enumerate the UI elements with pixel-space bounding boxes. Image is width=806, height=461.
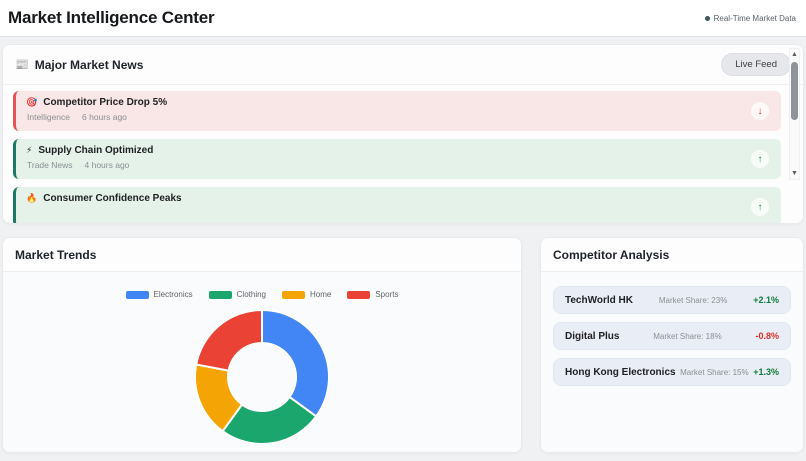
competitor-share: Market Share: 23% bbox=[658, 295, 728, 305]
legend-item[interactable]: Home bbox=[282, 290, 331, 299]
down-arrow-icon: ↓ bbox=[751, 102, 769, 120]
page-title: Market Intelligence Center bbox=[8, 8, 215, 27]
live-feed-button[interactable]: Live Feed bbox=[721, 53, 791, 76]
scrollbar-thumb[interactable] bbox=[791, 62, 798, 120]
news-item-icon: ⚡ bbox=[26, 145, 33, 155]
major-market-news-card: 📰 Major Market News Live Feed 🎯 Competit… bbox=[2, 44, 804, 224]
trends-card-title: Market Trends bbox=[15, 247, 97, 262]
legend-item[interactable]: Clothing bbox=[208, 290, 266, 299]
up-arrow-icon: ↑ bbox=[751, 150, 769, 168]
newspaper-icon: 📰 bbox=[15, 59, 29, 71]
chart-legend: Electronics Clothing Home Sports bbox=[3, 272, 521, 299]
legend-label: Home bbox=[310, 290, 332, 299]
competitors-card-header: Competitor Analysis bbox=[541, 238, 803, 272]
competitor-change: +2.1% bbox=[753, 295, 779, 305]
news-list-item[interactable]: 🔥 Consumer Confidence Peaks ↑ bbox=[13, 187, 781, 223]
up-arrow-icon: ↑ bbox=[751, 198, 769, 216]
competitor-share: Market Share: 18% bbox=[653, 331, 722, 341]
legend-label: Sports bbox=[375, 290, 399, 299]
trends-card-body: Electronics Clothing Home Sports bbox=[3, 272, 521, 453]
status-dot-icon bbox=[704, 15, 710, 21]
news-item-title-row: 🔥 Consumer Confidence Peaks bbox=[26, 193, 771, 204]
competitor-rows: TechWorld HK Market Share: 23% +2.1% Dig… bbox=[541, 272, 803, 386]
news-list-item[interactable]: ⚡ Supply Chain Optimized Trade News 4 ho… bbox=[13, 139, 781, 179]
donut-chart[interactable] bbox=[186, 301, 338, 453]
news-title-text: Major Market News bbox=[34, 57, 144, 72]
news-item-meta: Trade News 4 hours ago bbox=[27, 160, 771, 170]
legend-item[interactable]: Sports bbox=[347, 290, 398, 299]
news-item-time: 4 hours ago bbox=[84, 160, 130, 170]
news-item-title: Supply Chain Optimized bbox=[38, 145, 154, 156]
legend-color-swatch bbox=[282, 290, 305, 299]
competitor-name: Digital Plus bbox=[565, 330, 620, 342]
legend-label: Clothing bbox=[236, 290, 266, 299]
news-item-title: Competitor Price Drop 5% bbox=[43, 97, 168, 108]
legend-color-swatch bbox=[208, 290, 232, 299]
legend-label: Electronics bbox=[153, 290, 193, 299]
competitor-name: Hong Kong Electronics bbox=[565, 366, 676, 378]
legend-color-swatch bbox=[347, 290, 371, 299]
competitor-row[interactable]: Digital Plus Market Share: 18% -0.8% bbox=[553, 322, 791, 350]
competitor-change: +1.3% bbox=[753, 367, 779, 377]
competitors-card-body: TechWorld HK Market Share: 23% +2.1% Dig… bbox=[541, 272, 803, 452]
trends-card-header: Market Trends bbox=[3, 238, 521, 272]
news-item-category: Intelligence bbox=[27, 112, 71, 122]
news-item-meta: Intelligence 6 hours ago bbox=[27, 112, 771, 122]
competitor-analysis-card: Competitor Analysis TechWorld HK Market … bbox=[540, 237, 804, 453]
legend-color-swatch bbox=[125, 290, 149, 299]
news-item-icon: 🎯 bbox=[26, 97, 38, 107]
realtime-status: Real-Time Market Data bbox=[704, 13, 796, 23]
news-item-title-row: 🎯 Competitor Price Drop 5% bbox=[26, 97, 771, 108]
competitor-row[interactable]: Hong Kong Electronics Market Share: 15% … bbox=[553, 358, 791, 386]
market-trends-card: Market Trends Electronics Clothing Home … bbox=[2, 237, 522, 453]
news-card-title: 📰 Major Market News bbox=[15, 58, 143, 72]
news-item-category: Trade News bbox=[27, 160, 73, 170]
competitor-change: -0.8% bbox=[755, 331, 779, 341]
news-list-item[interactable]: 🎯 Competitor Price Drop 5% Intelligence … bbox=[13, 91, 781, 131]
legend-item[interactable]: Electronics bbox=[125, 290, 193, 299]
news-item-time: 6 hours ago bbox=[82, 112, 127, 122]
competitors-card-title: Competitor Analysis bbox=[553, 247, 670, 262]
competitor-name: TechWorld HK bbox=[565, 294, 633, 306]
status-label: Real-Time Market Data bbox=[713, 13, 796, 23]
news-item-icon: 🔥 bbox=[26, 193, 38, 203]
news-item-title: Consumer Confidence Peaks bbox=[43, 193, 182, 204]
competitor-row[interactable]: TechWorld HK Market Share: 23% +2.1% bbox=[553, 286, 791, 314]
scroll-up-icon[interactable]: ▲ bbox=[790, 49, 799, 60]
donut-segment-sports[interactable] bbox=[195, 308, 263, 372]
news-item-title-row: ⚡ Supply Chain Optimized bbox=[26, 145, 771, 156]
news-scrollbar[interactable]: ▲ ▼ bbox=[789, 48, 800, 180]
app-header: Market Intelligence Center Real-Time Mar… bbox=[0, 0, 806, 37]
competitor-share: Market Share: 15% bbox=[680, 367, 749, 377]
scroll-down-icon[interactable]: ▼ bbox=[790, 168, 799, 179]
news-list: 🎯 Competitor Price Drop 5% Intelligence … bbox=[3, 85, 803, 223]
news-card-header: 📰 Major Market News Live Feed bbox=[3, 45, 803, 85]
